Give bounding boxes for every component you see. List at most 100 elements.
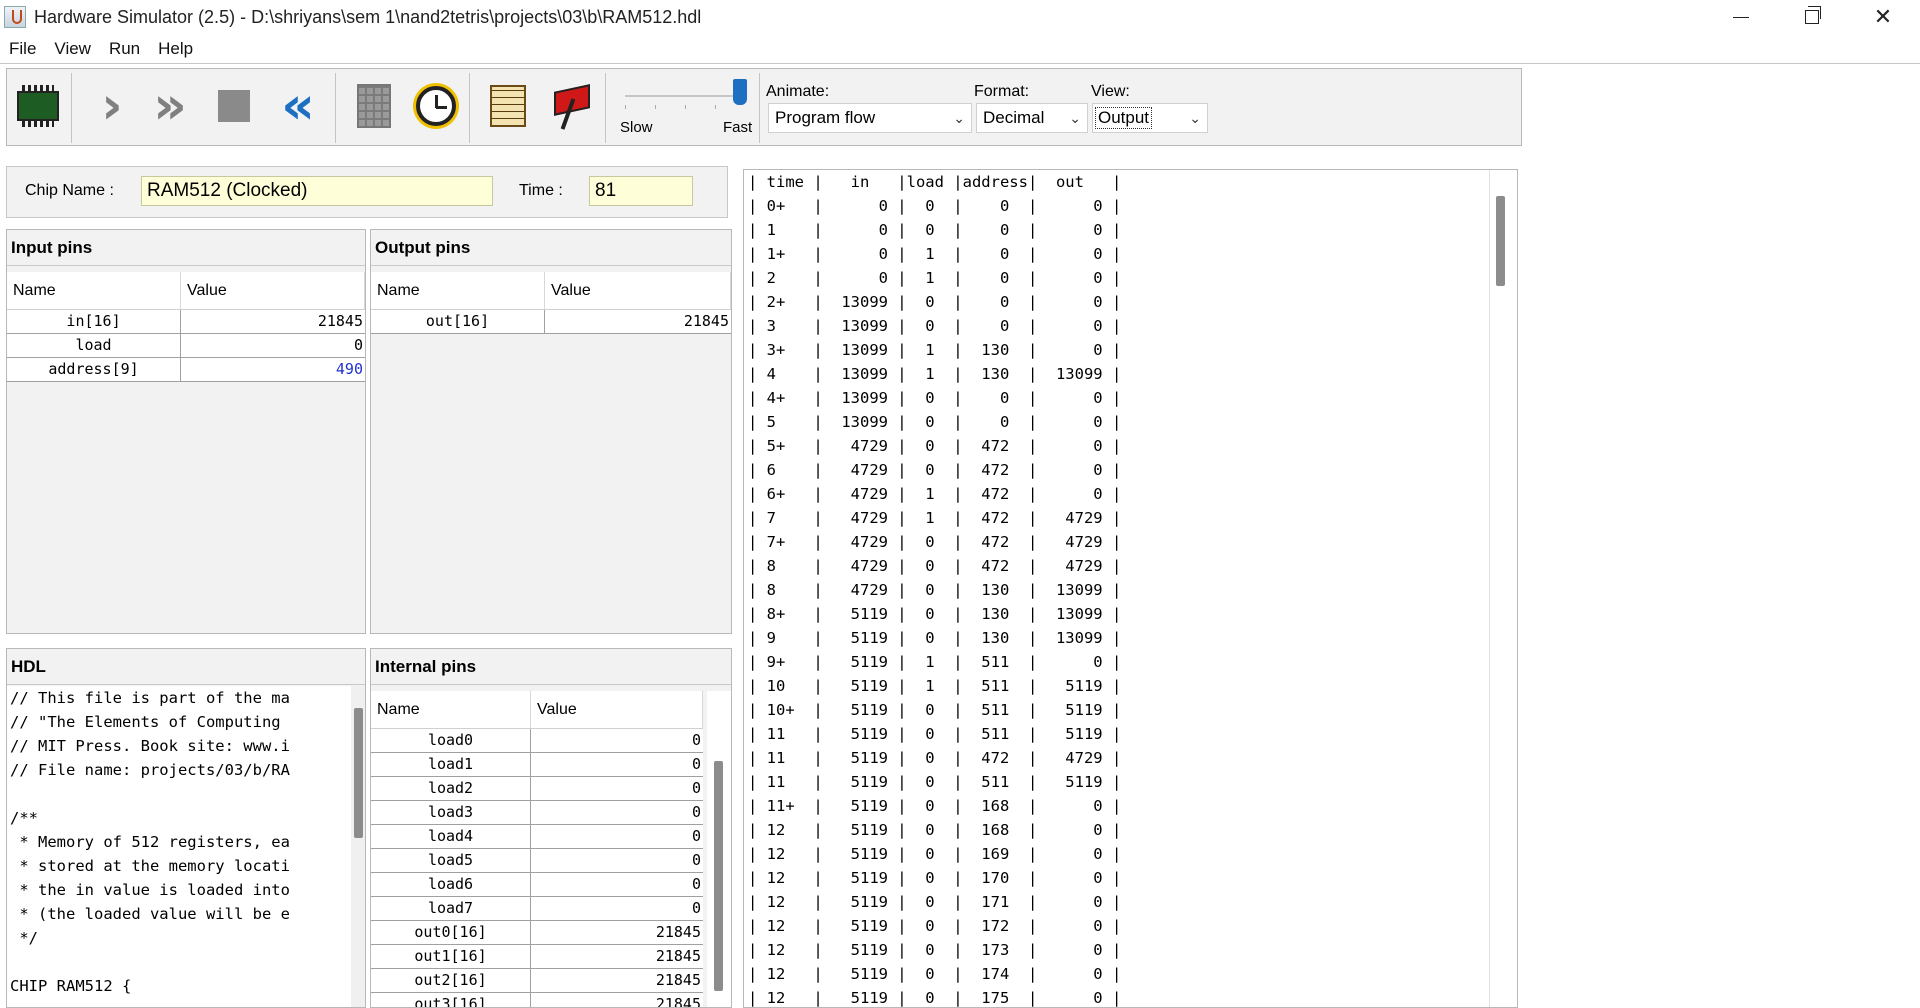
- table-row[interactable]: in[16] 21845: [7, 310, 365, 334]
- menu-help[interactable]: Help: [149, 39, 202, 59]
- output-row: | 9+ | 5119 | 1 | 511 | 0 |: [748, 653, 1122, 671]
- table-row[interactable]: load7 0: [371, 897, 703, 921]
- internal-pins-panel: Internal pins Name Value load0 0 load1 0 l…: [370, 648, 732, 1008]
- output-row: | 12 | 5119 | 0 | 174 | 0 |: [748, 965, 1122, 983]
- output-row: | 10 | 5119 | 1 | 511 | 5119 |: [748, 677, 1122, 695]
- table-row[interactable]: load2 0: [371, 777, 703, 801]
- table-row[interactable]: load3 0: [371, 801, 703, 825]
- run-button[interactable]: »: [143, 77, 197, 135]
- table-row[interactable]: load 0: [7, 334, 365, 358]
- reset-button[interactable]: «: [271, 77, 325, 135]
- scroll-thumb[interactable]: [714, 761, 723, 991]
- input-pins-panel: Input pins Name Value in[16] 21845 load …: [6, 229, 366, 634]
- pin-name: address[9]: [7, 358, 182, 381]
- pin-value[interactable]: 0: [181, 334, 365, 357]
- output-row: | 10+ | 5119 | 0 | 511 | 5119 |: [748, 701, 1122, 719]
- scroll-thumb[interactable]: [1496, 196, 1505, 286]
- table-row[interactable]: out3[16] 21845: [371, 993, 703, 1007]
- column-header-value[interactable]: Value: [545, 272, 731, 309]
- breakpoints-button[interactable]: [543, 77, 597, 135]
- table-row[interactable]: out0[16] 21845: [371, 921, 703, 945]
- code-line: // This file is part of the ma: [10, 689, 290, 707]
- pin-name: load0: [371, 729, 532, 752]
- output-row: | 2 | 0 | 1 | 0 | 0 |: [748, 269, 1122, 287]
- calculator-icon: [357, 84, 391, 128]
- stop-button[interactable]: [207, 77, 261, 135]
- table-row[interactable]: load0 0: [371, 729, 703, 753]
- table-row[interactable]: address[9] 490: [7, 358, 365, 382]
- time-label: Time :: [519, 182, 563, 199]
- output-row: | 6+ | 4729 | 1 | 472 | 0 |: [748, 485, 1122, 503]
- output-pins-table[interactable]: Name Value out[16] 21845: [371, 272, 731, 334]
- column-header-value[interactable]: Value: [531, 691, 703, 728]
- table-row[interactable]: out2[16] 21845: [371, 969, 703, 993]
- load-chip-button[interactable]: [11, 77, 65, 135]
- hdl-code-view[interactable]: // This file is part of the ma // "The E…: [7, 686, 351, 1007]
- view-select[interactable]: Output ⌄: [1092, 103, 1208, 133]
- table-row[interactable]: load4 0: [371, 825, 703, 849]
- step-arrow-icon: ›: [101, 76, 123, 136]
- output-row: | 8 | 4729 | 0 | 472 | 4729 |: [748, 557, 1122, 575]
- pin-value[interactable]: 490: [181, 358, 365, 381]
- animate-select[interactable]: Program flow ⌄: [768, 103, 972, 133]
- output-row: | 8 | 4729 | 0 | 130 | 13099 |: [748, 581, 1122, 599]
- alarm-clock-icon: [416, 86, 456, 126]
- close-button[interactable]: ✕: [1848, 0, 1918, 34]
- slider-ticks: [625, 105, 745, 109]
- pin-name: out1[16]: [371, 945, 532, 968]
- table-row[interactable]: out[16] 21845: [371, 310, 731, 334]
- code-line: * Memory of 512 registers, ea: [10, 833, 290, 851]
- tick-tock-button[interactable]: [409, 77, 463, 135]
- title-bar: Hardware Simulator (2.5) - D:\shriyans\s…: [0, 0, 1920, 34]
- input-pins-table[interactable]: Name Value in[16] 21845 load 0 address[9…: [7, 272, 365, 382]
- table-row[interactable]: load1 0: [371, 753, 703, 777]
- pin-value[interactable]: 21845: [181, 310, 365, 333]
- format-select[interactable]: Decimal ⌄: [976, 103, 1088, 133]
- output-scrollbar[interactable]: [1489, 170, 1517, 1007]
- menu-run[interactable]: Run: [100, 39, 149, 59]
- output-row: | 11 | 5119 | 0 | 511 | 5119 |: [748, 773, 1122, 791]
- speed-slider[interactable]: Slow Fast: [617, 75, 767, 141]
- table-row[interactable]: load6 0: [371, 873, 703, 897]
- pin-value: 0: [691, 899, 701, 917]
- toolbar-separator: [335, 73, 336, 143]
- table-row[interactable]: load5 0: [371, 849, 703, 873]
- output-row: | 12 | 5119 | 0 | 175 | 0 |: [748, 989, 1122, 1007]
- table-header: Name Value: [371, 691, 703, 729]
- load-script-button[interactable]: [481, 77, 535, 135]
- code-line: // MIT Press. Book site: www.i: [10, 737, 290, 755]
- internal-pins-scrollbar[interactable]: [707, 691, 731, 1007]
- output-row: | 7+ | 4729 | 0 | 472 | 4729 |: [748, 533, 1122, 551]
- column-header-value[interactable]: Value: [181, 272, 365, 309]
- maximize-button[interactable]: [1777, 0, 1847, 34]
- single-step-button[interactable]: ›: [85, 77, 139, 135]
- output-row: | 4 | 13099 | 1 | 130 | 13099 |: [748, 365, 1122, 383]
- view-value: Output: [1095, 107, 1153, 129]
- output-row: | 5+ | 4729 | 0 | 472 | 0 |: [748, 437, 1122, 455]
- menu-view[interactable]: View: [45, 39, 100, 59]
- restore-icon: [1805, 6, 1821, 24]
- pin-value: 21845: [655, 971, 701, 989]
- format-value: Decimal: [983, 108, 1045, 127]
- hdl-scrollbar[interactable]: [351, 686, 365, 1007]
- output-row: | 12 | 5119 | 0 | 169 | 0 |: [748, 845, 1122, 863]
- output-row: | 0+ | 0 | 0 | 0 | 0 |: [748, 197, 1122, 215]
- table-row[interactable]: out1[16] 21845: [371, 945, 703, 969]
- table-header: Name Value: [371, 272, 731, 310]
- eval-button[interactable]: [347, 77, 401, 135]
- column-header-name[interactable]: Name: [7, 272, 182, 309]
- minimize-button[interactable]: [1706, 0, 1776, 34]
- menu-file[interactable]: File: [0, 39, 45, 59]
- internal-pins-table[interactable]: Name Value load0 0 load1 0 load2 0 load3 0 l…: [371, 691, 703, 1007]
- hdl-panel: HDL // This file is part of the ma // "T…: [6, 648, 366, 1008]
- scroll-thumb[interactable]: [354, 708, 363, 838]
- output-view[interactable]: | time | in |load |address| out | | 0+ |…: [743, 169, 1518, 1008]
- output-pins-title: Output pins: [371, 230, 731, 266]
- column-header-name[interactable]: Name: [371, 272, 546, 309]
- pin-name: load6: [371, 873, 532, 896]
- column-header-name[interactable]: Name: [371, 691, 532, 728]
- slider-thumb[interactable]: [733, 79, 747, 105]
- pin-value: 0: [691, 803, 701, 821]
